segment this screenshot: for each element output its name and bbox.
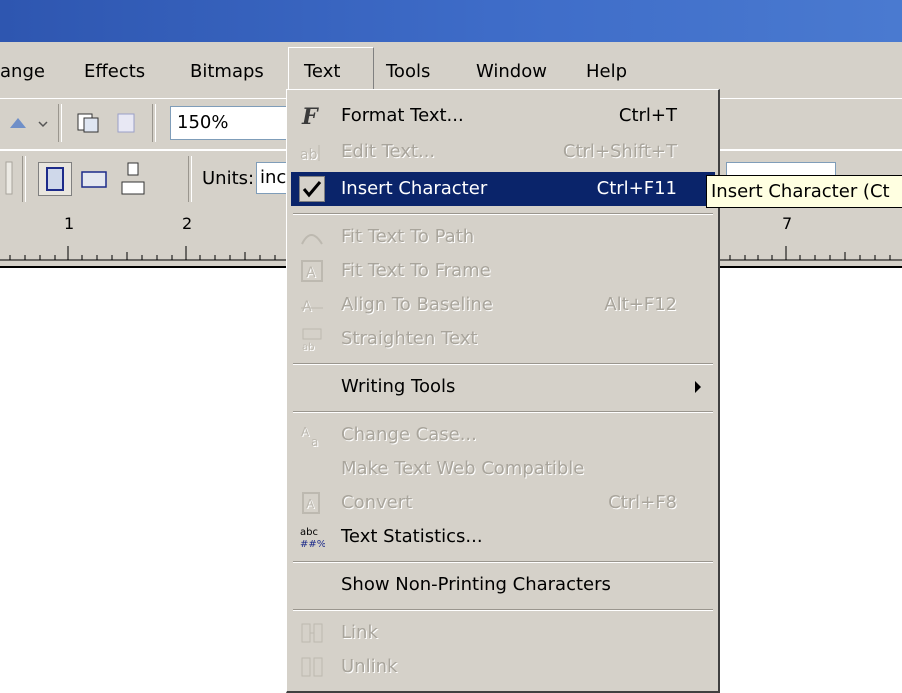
- ruler-tick-label: 2: [182, 214, 193, 233]
- straighten-text-icon: ab: [299, 326, 325, 353]
- menu-text[interactable]: Text: [304, 58, 340, 86]
- zoom-level-field[interactable]: 150%: [170, 106, 292, 140]
- menu-item-fit-text-to-frame[interactable]: A Fit Text To Frame: [291, 254, 715, 288]
- toolbar-separator: [188, 156, 192, 202]
- menu-item-label: Edit Text...: [341, 141, 436, 162]
- menu-item-label: Unlink: [341, 656, 398, 677]
- ruler-tick-label: 1: [64, 214, 75, 233]
- text-menu-dropdown: F Format Text... Ctrl+T ab Edit Text... …: [286, 89, 720, 693]
- format-text-icon: F: [299, 103, 325, 130]
- units-label: Units:: [202, 168, 255, 189]
- portrait-page-icon[interactable]: [38, 162, 72, 196]
- menu-item-label: Fit Text To Frame: [341, 260, 491, 281]
- menu-item-link[interactable]: Link: [291, 616, 715, 650]
- menu-item-label: Text Statistics...: [341, 526, 483, 547]
- menu-item-shortcut: Ctrl+F8: [608, 492, 677, 513]
- toolbar-separator: [22, 156, 26, 202]
- export-icon[interactable]: [112, 108, 142, 138]
- menu-item-shortcut: Ctrl+Shift+T: [562, 141, 677, 162]
- change-case-icon: Aa: [299, 422, 325, 449]
- menu-item-edit-text[interactable]: ab Edit Text... Ctrl+Shift+T: [291, 135, 715, 169]
- menu-separator: [293, 363, 713, 365]
- menu-tools[interactable]: Tools: [386, 58, 430, 86]
- menu-item-change-case[interactable]: Aa Change Case...: [291, 418, 715, 452]
- menu-item-shortcut: Alt+F12: [604, 294, 677, 315]
- svg-text:ab: ab: [300, 147, 318, 163]
- menu-item-label: Change Case...: [341, 424, 477, 445]
- menu-item-make-text-web-compatible[interactable]: Make Text Web Compatible: [291, 452, 715, 486]
- menu-item-label: Straighten Text: [341, 328, 478, 349]
- toolbar-separator: [152, 104, 156, 142]
- menu-item-label: Writing Tools: [341, 376, 456, 397]
- unlink-icon: [299, 654, 325, 680]
- submenu-arrow-icon: [695, 381, 701, 393]
- svg-text:A: A: [302, 299, 312, 315]
- menu-item-label: Convert: [341, 492, 413, 513]
- menu-item-label: Align To Baseline: [341, 294, 493, 315]
- menu-separator: [293, 561, 713, 563]
- menu-help[interactable]: Help: [586, 58, 627, 86]
- insert-character-tooltip: Insert Character (Ct: [706, 175, 902, 208]
- menu-item-shortcut: Ctrl+T: [618, 105, 677, 126]
- svg-text:abc: abc: [300, 527, 318, 538]
- menu-item-unlink[interactable]: Unlink: [291, 650, 715, 684]
- menu-item-label: Insert Character: [341, 178, 488, 199]
- svg-text:F: F: [301, 104, 319, 129]
- menu-effects[interactable]: Effects: [84, 58, 145, 86]
- menu-item-show-non-printing-characters[interactable]: Show Non-Printing Characters: [291, 568, 715, 602]
- fit-path-icon: [299, 224, 325, 250]
- open-dropdown-icon[interactable]: [6, 108, 36, 138]
- menu-item-writing-tools[interactable]: Writing Tools: [291, 370, 715, 404]
- menu-item-label: Show Non-Printing Characters: [341, 574, 611, 595]
- ruler-tick-label: 7: [782, 214, 793, 233]
- svg-text:A: A: [301, 425, 310, 439]
- svg-text:a: a: [311, 435, 318, 448]
- edit-text-icon: ab: [299, 139, 325, 165]
- menu-bitmaps[interactable]: Bitmaps: [190, 58, 264, 86]
- window-title-bar[interactable]: [0, 0, 902, 42]
- menu-item-label: Format Text...: [341, 105, 464, 126]
- menu-item-label: Link: [341, 622, 378, 643]
- menu-separator: [293, 213, 713, 215]
- convert-icon: A: [299, 490, 325, 516]
- menu-item-label: Make Text Web Compatible: [341, 458, 585, 479]
- page-layout-icon[interactable]: [118, 160, 150, 200]
- align-baseline-icon: A: [299, 292, 325, 318]
- svg-text:A: A: [306, 497, 315, 511]
- menu-item-fit-text-to-path[interactable]: Fit Text To Path: [291, 220, 715, 254]
- link-icon: [299, 620, 325, 646]
- svg-text:##%: ##%: [300, 539, 325, 550]
- menu-item-shortcut: Ctrl+F11: [596, 178, 677, 199]
- svg-text:A: A: [306, 265, 316, 281]
- toolbar-grip-icon: [2, 160, 16, 195]
- menu-window[interactable]: Window: [476, 58, 547, 86]
- svg-text:ab: ab: [302, 342, 314, 352]
- menu-item-format-text[interactable]: F Format Text... Ctrl+T: [291, 99, 715, 133]
- menu-item-text-statistics[interactable]: abc ##% Text Statistics...: [291, 520, 715, 554]
- toolbar-separator: [58, 104, 62, 142]
- import-icon[interactable]: [74, 108, 104, 138]
- landscape-page-icon[interactable]: [78, 164, 110, 194]
- text-statistics-icon: abc ##%: [299, 524, 326, 550]
- menu-item-align-to-baseline[interactable]: A Align To Baseline Alt+F12: [291, 288, 715, 322]
- menu-arrange[interactable]: ange: [0, 58, 45, 86]
- checkmark-icon: [299, 176, 325, 202]
- menu-item-insert-character[interactable]: Insert Character Ctrl+F11: [291, 172, 715, 206]
- menu-item-label: Fit Text To Path: [341, 226, 475, 247]
- menu-separator: [293, 411, 713, 413]
- menu-item-convert[interactable]: A Convert Ctrl+F8: [291, 486, 715, 520]
- menu-item-straighten-text[interactable]: ab Straighten Text: [291, 322, 715, 356]
- fit-frame-icon: A: [299, 258, 325, 284]
- menu-separator: [293, 609, 713, 611]
